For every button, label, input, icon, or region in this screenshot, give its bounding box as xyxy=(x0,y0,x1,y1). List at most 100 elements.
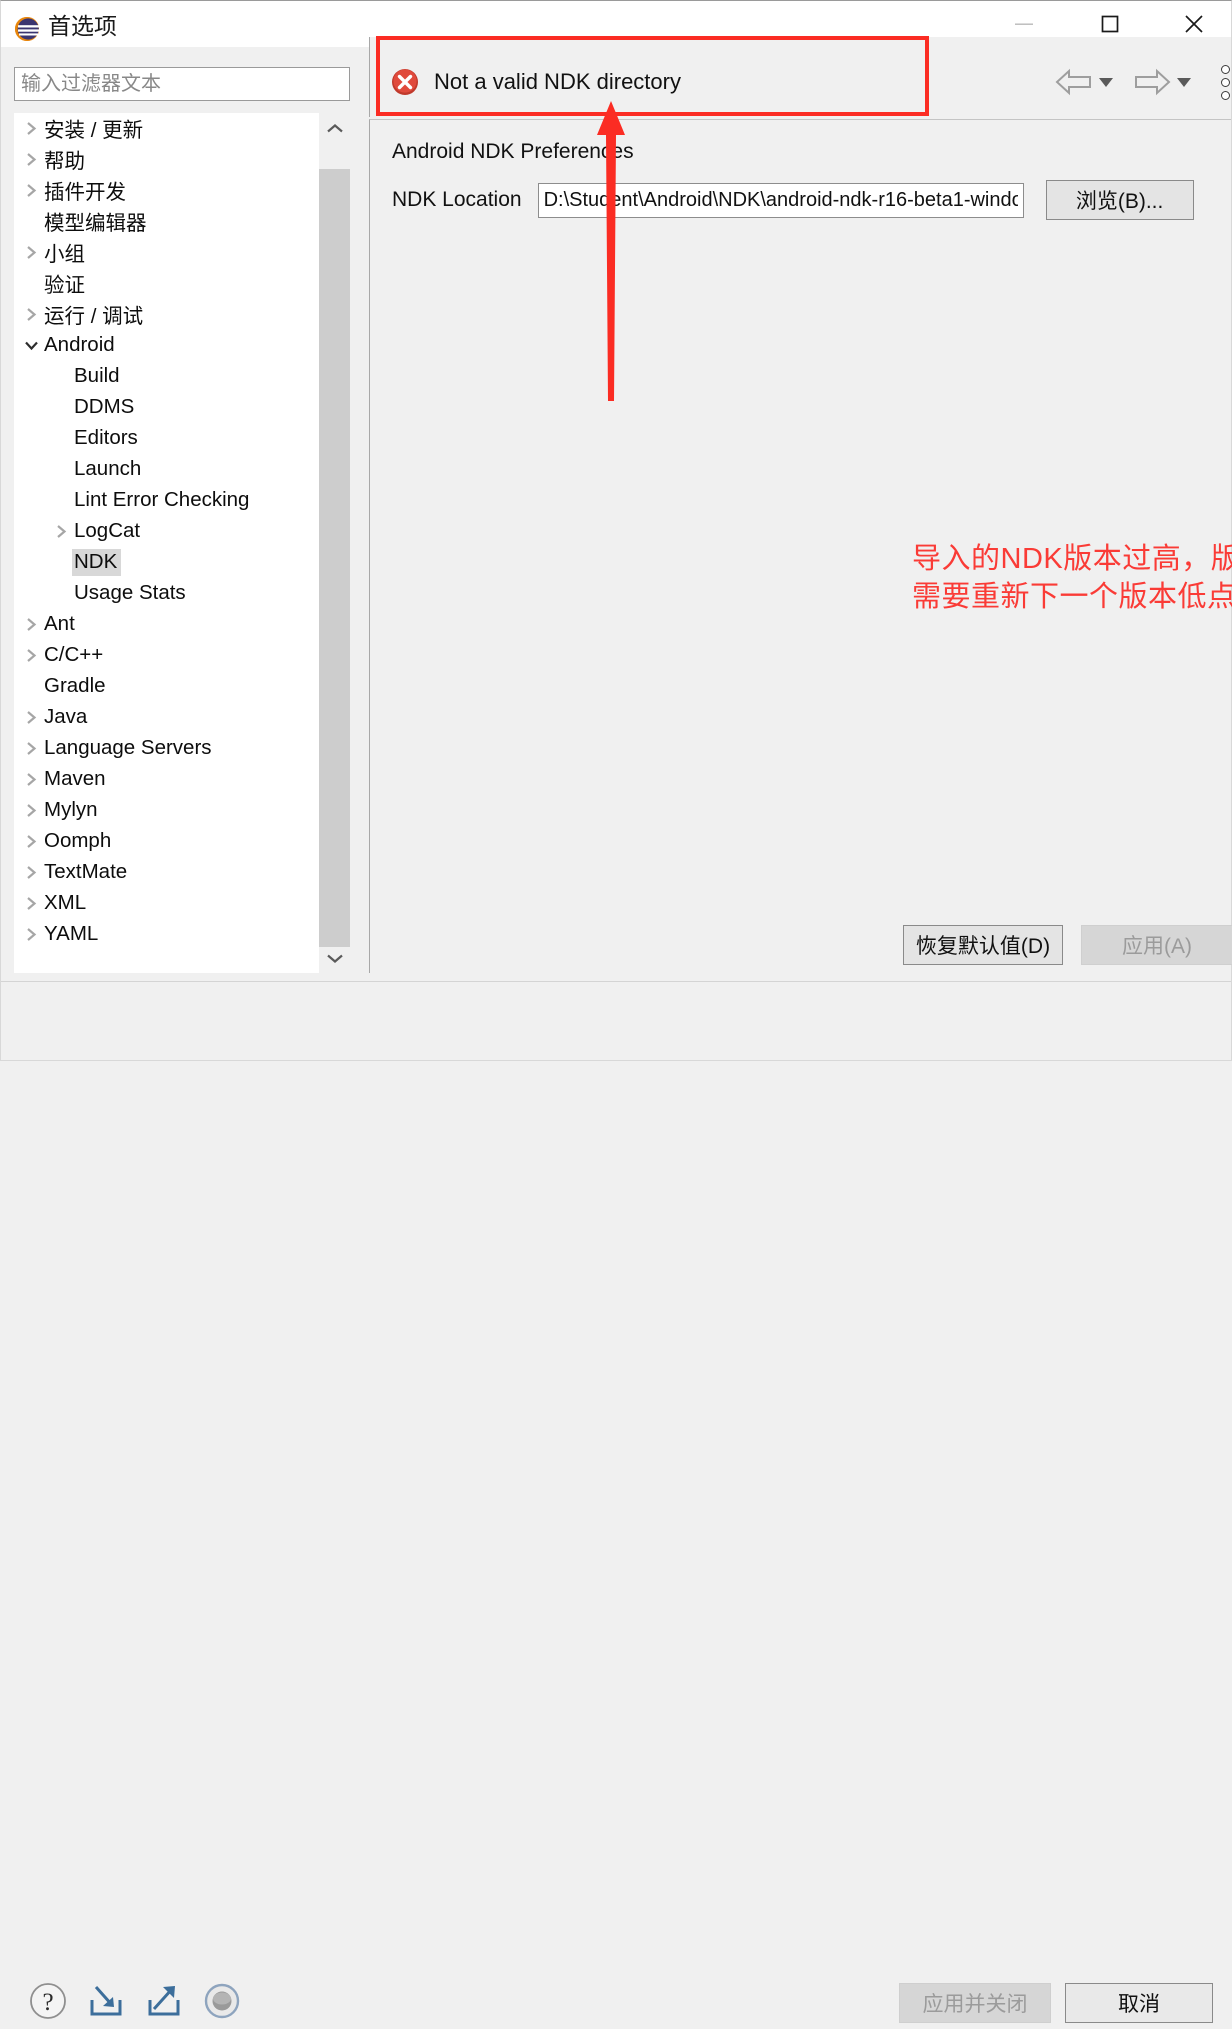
tree-item-label: NDK xyxy=(72,549,122,576)
annotation-line-2: 需要重新下一个版本低点的NDK xyxy=(912,581,1232,613)
chevron-right-icon[interactable] xyxy=(20,648,42,663)
chevron-right-icon[interactable] xyxy=(20,710,42,725)
svg-text:?: ? xyxy=(42,1989,53,2016)
tree-item-android[interactable]: Android xyxy=(14,330,350,361)
vertical-dots-icon[interactable] xyxy=(1212,59,1232,105)
scrollbar-thumb[interactable] xyxy=(319,169,350,947)
section-heading: Android NDK Preferences xyxy=(392,140,634,163)
tree-item-launch[interactable]: Launch xyxy=(14,454,350,485)
chevron-down-icon[interactable] xyxy=(319,942,350,973)
chevron-right-icon[interactable] xyxy=(20,803,42,818)
chevron-right-icon[interactable] xyxy=(20,183,42,198)
chevron-right-icon[interactable] xyxy=(20,617,42,632)
tree-item-maven[interactable]: Maven xyxy=(14,764,350,795)
footer-icon-bar: ? xyxy=(25,1978,245,2024)
tree-item-ant[interactable]: Ant xyxy=(14,609,350,640)
arrow-left-icon[interactable] xyxy=(1052,65,1096,99)
navigation-toolbar xyxy=(1052,59,1232,105)
tree-item-label: Build xyxy=(74,364,120,387)
back-dropdown-icon[interactable] xyxy=(1096,65,1116,99)
tree-item-logcat[interactable]: LogCat xyxy=(14,516,350,547)
tree-item-editors[interactable]: Editors xyxy=(14,423,350,454)
chevron-right-icon[interactable] xyxy=(20,865,42,880)
dialog-footer: ? 应用并关闭 取消 xyxy=(1,982,1231,2023)
chevron-up-icon[interactable] xyxy=(319,113,350,144)
restore-defaults-button[interactable]: 恢复默认值(D) xyxy=(903,925,1063,965)
export-icon[interactable] xyxy=(141,1978,187,2024)
oomph-record-icon[interactable] xyxy=(199,1978,245,2024)
eclipse-icon xyxy=(13,15,41,43)
tree-item-label: YAML xyxy=(44,922,99,945)
tree-item-label: 小组 xyxy=(44,243,85,266)
tree-item-[interactable]: 插件开发 xyxy=(14,175,350,206)
tree-item-textmate[interactable]: TextMate xyxy=(14,857,350,888)
apply-button: 应用(A) xyxy=(1081,925,1232,965)
forward-dropdown-icon[interactable] xyxy=(1174,65,1194,99)
tree-item-label: 模型编辑器 xyxy=(44,212,147,235)
preference-tree[interactable]: 安装 / 更新 帮助插件开发模型编辑器小组 验证运行 / 调试 Android Buil… xyxy=(14,113,350,973)
ndk-location-input[interactable] xyxy=(537,182,1024,218)
import-icon[interactable] xyxy=(83,1978,129,2024)
tree-item-label: Maven xyxy=(44,767,106,790)
page-title: 首选项 xyxy=(48,13,117,39)
tree-item-label: Android xyxy=(44,333,115,356)
chevron-right-icon[interactable] xyxy=(20,772,42,787)
tree-item-usage-stats[interactable]: Usage Stats xyxy=(14,578,350,609)
footer-button-bar: 应用并关闭 取消 xyxy=(899,1983,1213,2023)
tree-item-yaml[interactable]: YAML xyxy=(14,919,350,950)
tree-item-build[interactable]: Build xyxy=(14,361,350,392)
tree-item-[interactable]: 模型编辑器 xyxy=(14,206,350,237)
annotation-text: 导入的NDK版本过高，版本不兼容 需要重新下一个版本低点的NDK xyxy=(912,540,1232,616)
chevron-right-icon[interactable] xyxy=(20,307,42,322)
browse-button[interactable]: 浏览(B)... xyxy=(1045,180,1194,220)
tree-scrollbar[interactable] xyxy=(319,113,350,973)
arrow-right-icon[interactable] xyxy=(1130,65,1174,99)
chevron-right-icon[interactable] xyxy=(20,245,42,260)
tree-item-[interactable]: 小组 xyxy=(14,237,350,268)
tree-item-ndk[interactable]: NDK xyxy=(14,547,350,578)
chevron-right-icon[interactable] xyxy=(20,834,42,849)
tree-item-[interactable]: 安装 / 更新 xyxy=(14,113,350,144)
tree-item-[interactable]: 帮助 xyxy=(14,144,350,175)
tree-item-language-servers[interactable]: Language Servers xyxy=(14,733,350,764)
chevron-right-icon[interactable] xyxy=(20,121,42,136)
tree-item-label: TextMate xyxy=(44,860,128,883)
chevron-right-icon[interactable] xyxy=(20,152,42,167)
tree-item-lint-error-checking[interactable]: Lint Error Checking xyxy=(14,485,350,516)
tree-item-label: XML xyxy=(44,891,87,914)
dot xyxy=(1220,90,1230,100)
help-icon[interactable]: ? xyxy=(25,1978,71,2024)
dot xyxy=(1220,77,1230,87)
tree-item-ddms[interactable]: DDMS xyxy=(14,392,350,423)
tree-item-label: LogCat xyxy=(74,519,141,542)
chevron-down-icon[interactable] xyxy=(20,339,42,352)
tree-item-c-c++[interactable]: C/C++ xyxy=(14,640,350,671)
chevron-right-icon[interactable] xyxy=(50,524,72,539)
preferences-dialog: 首选项 安装 / 更新帮助插件开发模型编辑器小组验证运行 / 调试 Android… xyxy=(0,0,1232,2023)
tree-item-label: Language Servers xyxy=(44,736,212,759)
tree-item-java[interactable]: Java xyxy=(14,702,350,733)
tree-item-[interactable]: 运行 / 调试 xyxy=(14,299,350,330)
tree-item-oomph[interactable]: Oomph xyxy=(14,826,350,857)
tree-item-label: Lint Error Checking xyxy=(74,488,250,511)
search-input[interactable] xyxy=(14,67,350,101)
tree-item-label: Editors xyxy=(74,426,138,449)
tree-item-label: Oomph xyxy=(44,829,112,852)
tree-item-label: 插件开发 xyxy=(44,181,126,204)
tree-item-[interactable]: 验证 xyxy=(14,268,350,299)
dot xyxy=(1220,64,1230,74)
chevron-right-icon[interactable] xyxy=(20,896,42,911)
tree-item-gradle[interactable]: Gradle xyxy=(14,671,350,702)
tree-item-mylyn[interactable]: Mylyn xyxy=(14,795,350,826)
page-content: Android NDK Preferences NDK Location 浏览(… xyxy=(369,119,1232,973)
tree-item-label: Launch xyxy=(74,457,142,480)
message-banner: Not a valid NDK directory xyxy=(369,37,1231,117)
cancel-button[interactable]: 取消 xyxy=(1065,1983,1213,2023)
chevron-right-icon[interactable] xyxy=(20,927,42,942)
tree-item-label: Usage Stats xyxy=(74,581,186,604)
chevron-right-icon[interactable] xyxy=(20,741,42,756)
apply-and-close-button: 应用并关闭 xyxy=(899,1983,1051,2023)
tree-item-label: 运行 / 调试 xyxy=(44,305,144,328)
tree-item-xml[interactable]: XML xyxy=(14,888,350,919)
ndk-location-row: NDK Location 浏览(B)... xyxy=(392,180,1194,220)
